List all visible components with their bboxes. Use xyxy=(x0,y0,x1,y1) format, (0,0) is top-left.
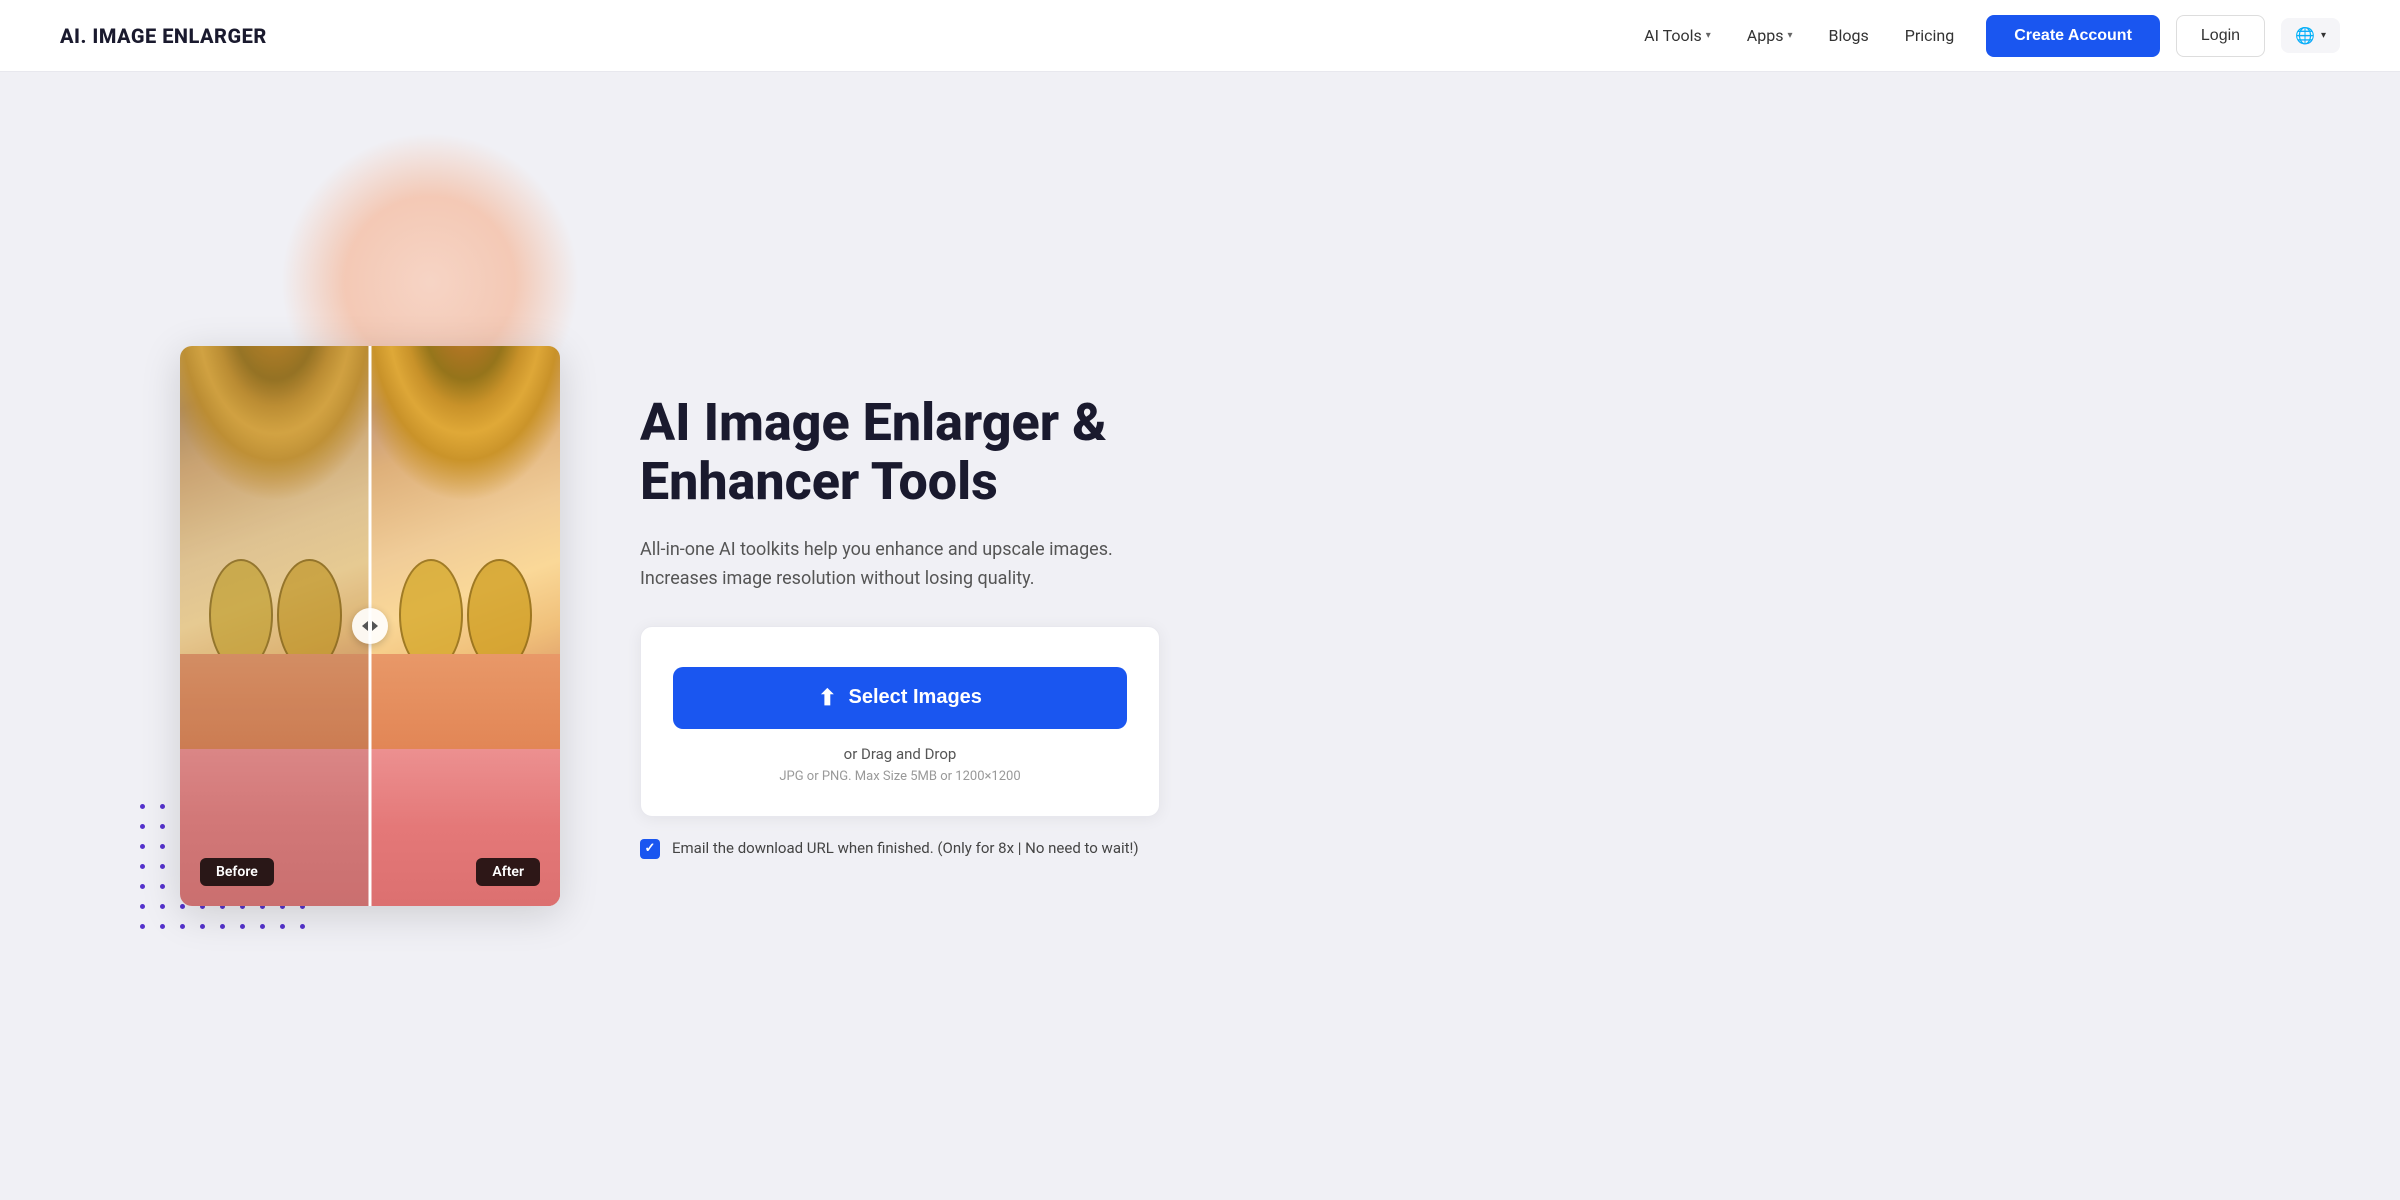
chevron-down-icon: ▾ xyxy=(2321,30,2326,41)
dot xyxy=(160,884,165,889)
nav-apps[interactable]: Apps ▾ xyxy=(1747,26,1793,45)
dot xyxy=(220,924,225,929)
after-label: After xyxy=(476,858,540,886)
globe-icon: 🌐 xyxy=(2295,26,2315,45)
dot xyxy=(240,924,245,929)
dot xyxy=(160,864,165,869)
dot xyxy=(140,904,145,909)
file-info-text: JPG or PNG. Max Size 5MB or 1200×1200 xyxy=(673,769,1127,784)
select-images-button[interactable]: ⬆ Select Images xyxy=(673,667,1127,729)
dot xyxy=(200,924,205,929)
arrow-right-icon xyxy=(372,621,378,631)
chevron-down-icon: ▾ xyxy=(1787,30,1792,41)
dot xyxy=(140,864,145,869)
compare-handle[interactable] xyxy=(352,608,388,644)
nav-ai-tools[interactable]: AI Tools ▾ xyxy=(1644,26,1711,45)
nav-blogs[interactable]: Blogs xyxy=(1829,26,1869,45)
dot xyxy=(140,824,145,829)
dot xyxy=(300,924,305,929)
nav-links: AI Tools ▾ Apps ▾ Blogs Pricing xyxy=(1644,26,1954,45)
dot xyxy=(160,844,165,849)
photo-after xyxy=(370,346,560,906)
hero-section: Before After // Will be populated by JS … xyxy=(0,72,2400,1200)
email-notice-row: Email the download URL when finished. (O… xyxy=(640,837,1160,860)
hero-subtitle: All-in-one AI toolkits help you enhance … xyxy=(640,536,1160,594)
dot xyxy=(140,804,145,809)
dot xyxy=(160,824,165,829)
dot xyxy=(160,924,165,929)
navbar: AI. IMAGE ENLARGER AI Tools ▾ Apps ▾ Blo… xyxy=(0,0,2400,72)
upload-icon: ⬆ xyxy=(818,685,836,711)
drag-drop-text: or Drag and Drop xyxy=(673,745,1127,763)
photo-before xyxy=(180,346,370,906)
hero-content: AI Image Enlarger & Enhancer Tools All-i… xyxy=(640,393,1160,860)
login-button[interactable]: Login xyxy=(2176,15,2265,57)
nav-pricing[interactable]: Pricing xyxy=(1905,26,1955,45)
chevron-down-icon: ▾ xyxy=(1706,30,1711,41)
compare-handle-inner xyxy=(362,621,378,631)
email-notice-text: Email the download URL when finished. (O… xyxy=(672,837,1139,860)
upload-box: ⬆ Select Images or Drag and Drop JPG or … xyxy=(640,626,1160,817)
dot xyxy=(140,924,145,929)
nav-logo[interactable]: AI. IMAGE ENLARGER xyxy=(60,24,267,48)
dot xyxy=(140,884,145,889)
dot xyxy=(160,904,165,909)
email-checkbox[interactable] xyxy=(640,839,660,859)
hero-title: AI Image Enlarger & Enhancer Tools xyxy=(640,393,1160,513)
dot xyxy=(180,924,185,929)
arrow-left-icon xyxy=(362,621,368,631)
language-selector[interactable]: 🌐 ▾ xyxy=(2281,18,2340,53)
image-compare: Before After xyxy=(180,346,560,906)
before-label: Before xyxy=(200,858,274,886)
dot xyxy=(260,924,265,929)
dot xyxy=(280,924,285,929)
image-compare-wrapper: Before After // Will be populated by JS … xyxy=(180,346,560,906)
dot xyxy=(140,844,145,849)
dot xyxy=(160,804,165,809)
create-account-button[interactable]: Create Account xyxy=(1986,15,2160,57)
